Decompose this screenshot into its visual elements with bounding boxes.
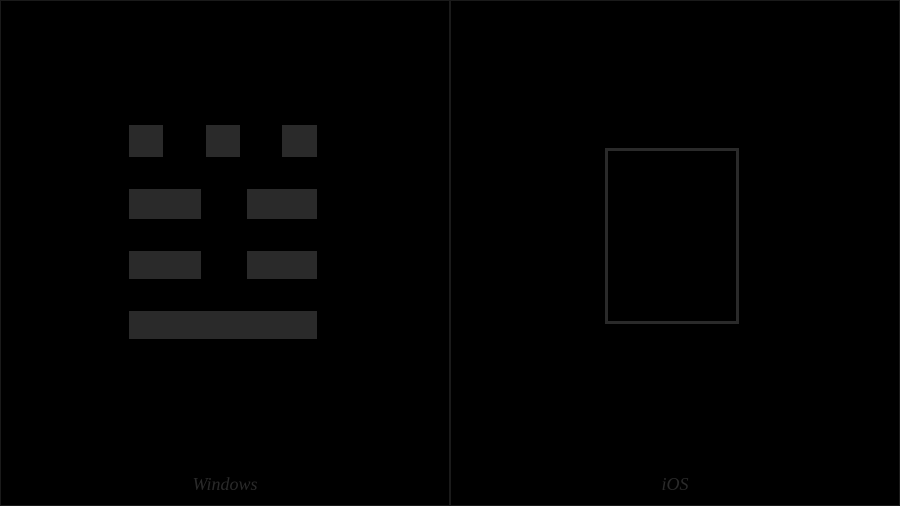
- glyph-segment: [129, 311, 317, 339]
- panel-label-ios: iOS: [662, 474, 689, 495]
- panel-label-windows: Windows: [192, 474, 257, 495]
- glyph-segment: [129, 189, 201, 219]
- glyph-segment: [247, 251, 317, 279]
- panel-windows: Windows: [0, 0, 450, 506]
- missing-glyph-box: [605, 148, 739, 324]
- glyph-segment: [206, 125, 240, 157]
- panel-ios: iOS: [450, 0, 900, 506]
- glyph-segment: [129, 251, 201, 279]
- glyph-segment: [129, 125, 163, 157]
- glyph-segment: [282, 125, 317, 157]
- glyph-segment: [247, 189, 317, 219]
- glyph-ios: [451, 1, 899, 505]
- glyph-windows: [1, 1, 449, 505]
